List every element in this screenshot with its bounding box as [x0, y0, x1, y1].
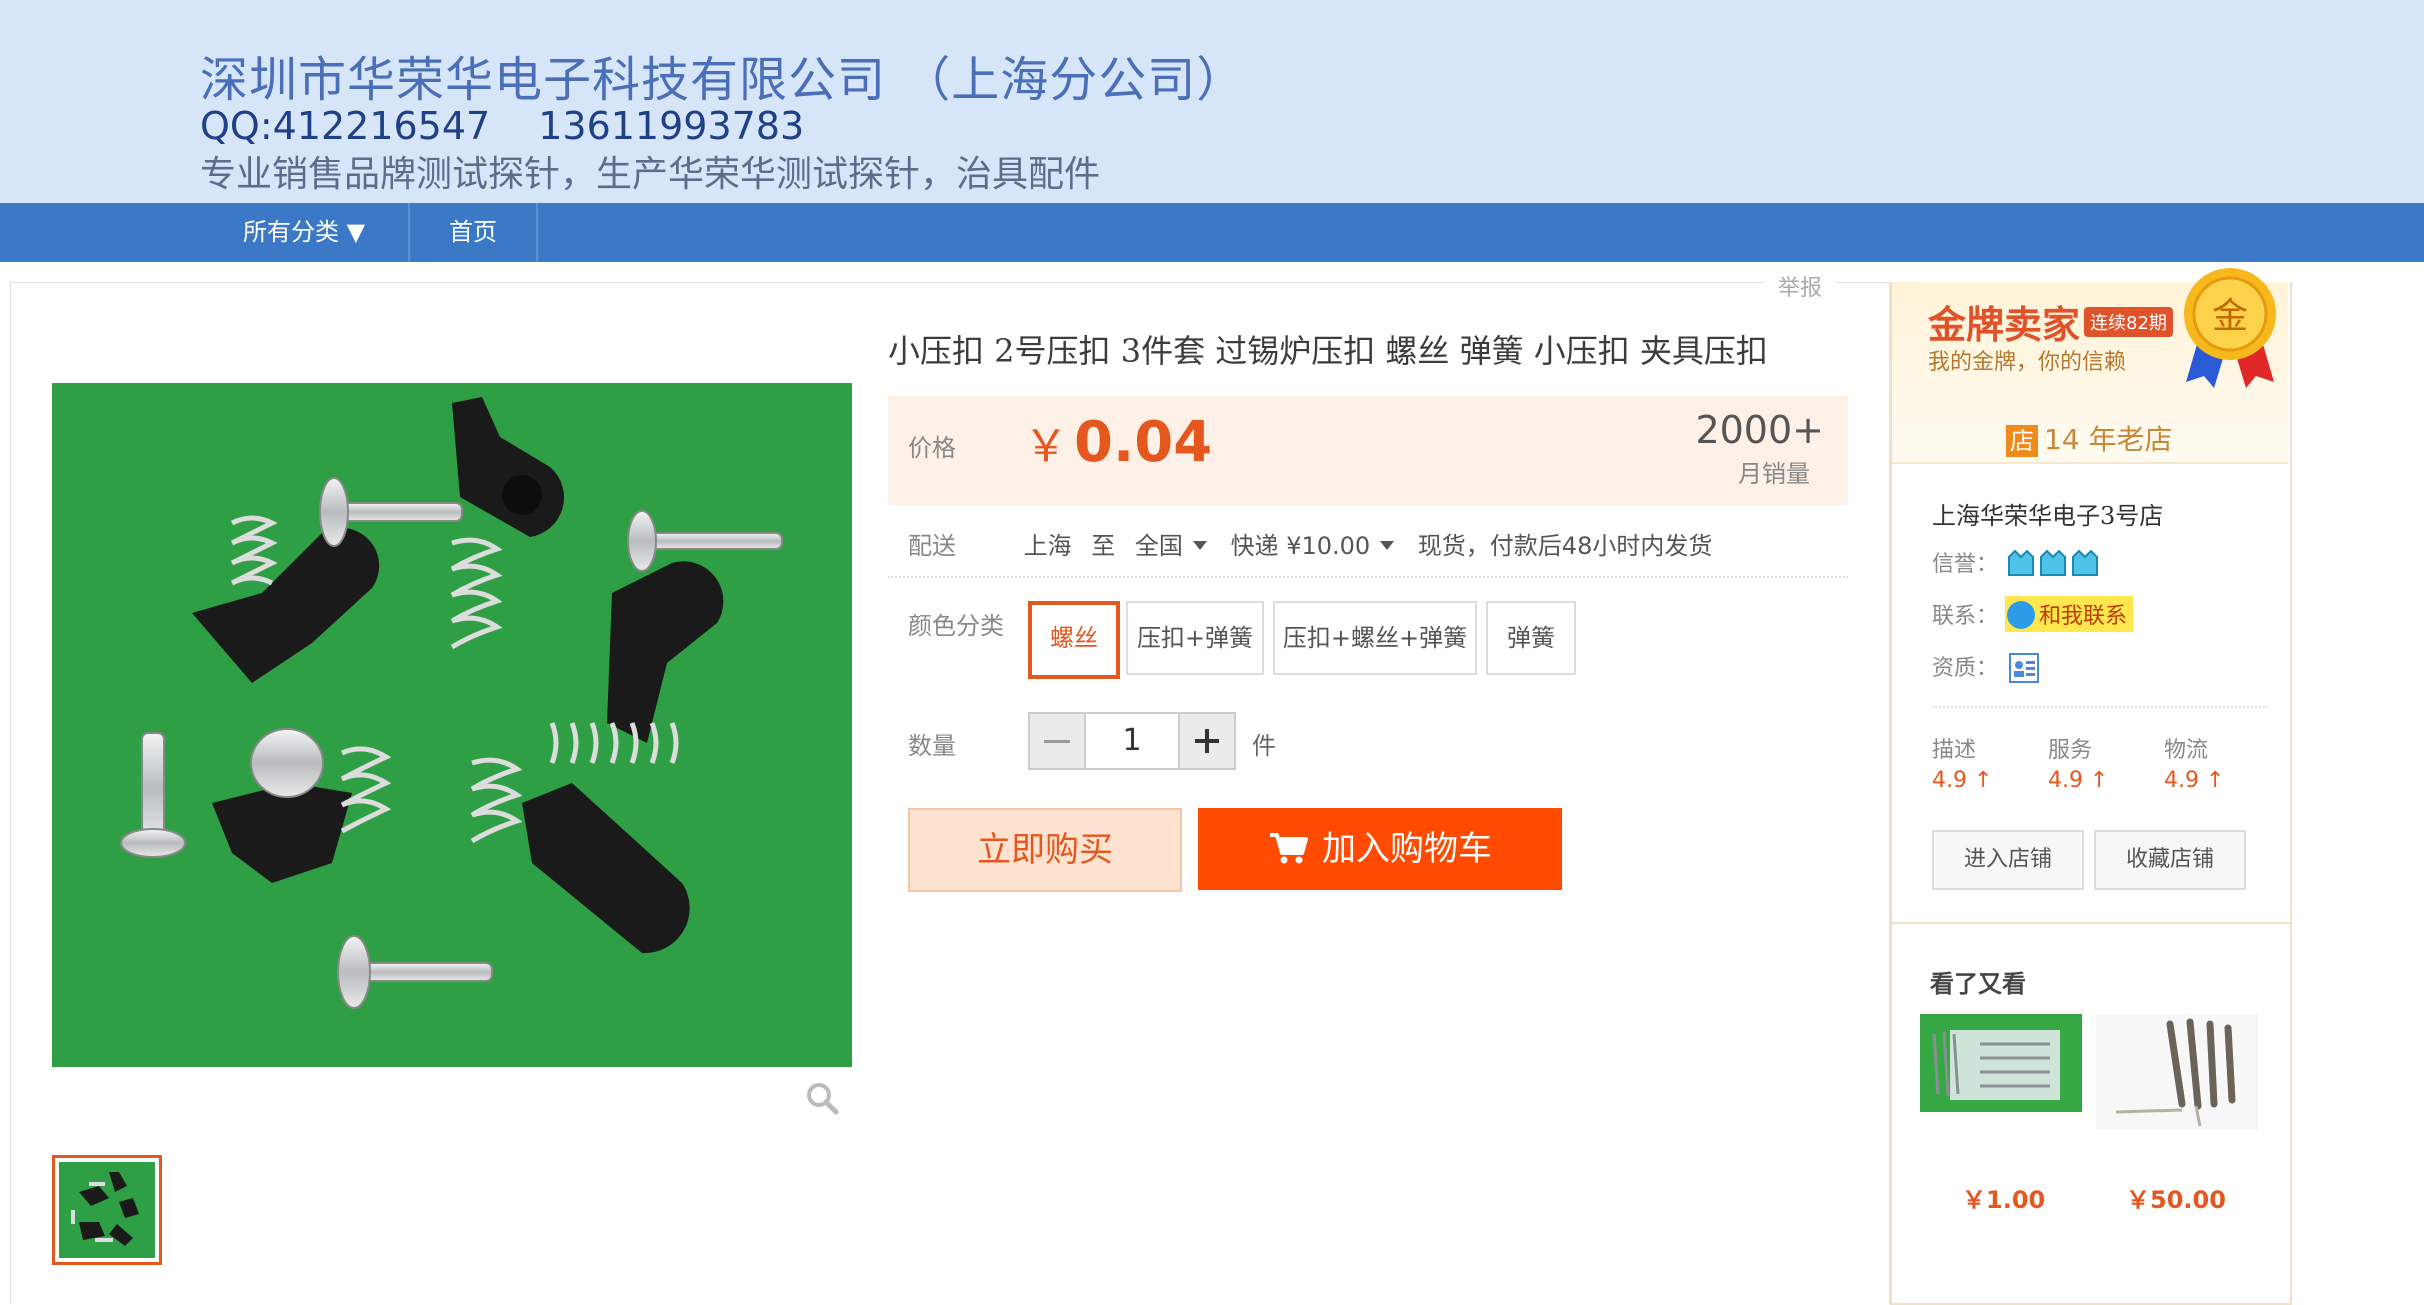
zoom-icon[interactable]	[804, 1080, 840, 1116]
option-screw[interactable]: 螺丝	[1028, 601, 1120, 679]
also-viewed-price-2: ￥50.00	[2126, 1186, 2226, 1214]
monthly-sales-label: 月销量	[1738, 460, 1810, 488]
color-label: 颜色分类	[908, 612, 1004, 640]
rating-value-logistics: 4.9 ↑	[2164, 768, 2225, 793]
shop-nav: 所有分类 ▼ 首页	[0, 203, 2424, 262]
shipping-row: 配送 上海 至 全国 快递 ¥10.00 现货，付款后48小时内发货	[908, 526, 1712, 561]
add-to-cart-button[interactable]: 加入购物车	[1198, 808, 1562, 890]
chevron-down-icon	[1192, 540, 1207, 550]
product-title: 小压扣 2号压扣 3件套 过锡炉压扣 螺丝 弹簧 小压扣 夹具压扣	[888, 332, 1768, 370]
report-link[interactable]: 举报	[1764, 270, 1837, 302]
option-spring[interactable]: 弹簧	[1486, 601, 1576, 675]
rating-value-service: 4.9 ↑	[2048, 768, 2109, 793]
ship-to: 全国	[1134, 532, 1183, 560]
buy-now-button[interactable]: 立即购买	[908, 808, 1182, 892]
increase-button[interactable]	[1178, 714, 1234, 768]
currency-symbol: ￥	[1024, 421, 1068, 472]
shop-age: 店 14 年老店	[2006, 418, 2173, 458]
delivery-note: 现货，付款后48小时内发货	[1417, 532, 1713, 560]
price-panel: 价格 ￥ 0.04 2000+ 月销量	[888, 396, 1848, 505]
recommended-product-image	[2096, 1014, 2258, 1130]
nav-home[interactable]: 首页	[410, 203, 536, 262]
product-main-image[interactable]	[52, 383, 852, 1067]
quantity-input[interactable]: 1	[1086, 714, 1178, 768]
cart-icon	[1270, 833, 1308, 864]
store-icon: 店	[2006, 425, 2038, 457]
minus-icon	[1044, 740, 1070, 743]
contact-row: 联系： 和我联系	[1932, 596, 2134, 632]
contact-button-label: 和我联系	[2039, 604, 2128, 629]
qualification-label: 资质：	[1932, 656, 1999, 681]
product-photo-illustration	[52, 383, 852, 1067]
chat-icon	[2007, 601, 2036, 629]
credit-label: 信誉：	[1932, 552, 1999, 577]
shipping-label: 配送	[908, 532, 956, 560]
rating-label-logistics: 物流	[2164, 738, 2209, 763]
divider	[888, 576, 1848, 578]
ship-from: 上海	[1023, 532, 1072, 560]
company-name: 深圳市华荣华电子科技有限公司 （上海分公司）	[200, 52, 1246, 108]
gold-seller-title: 金牌卖家	[1928, 303, 2081, 347]
express-select[interactable]: 快递 ¥10.00	[1231, 532, 1411, 560]
gold-seller-subtitle: 我的金牌，你的信赖	[1928, 350, 2127, 375]
divider	[1892, 462, 2288, 464]
price-value: ￥ 0.04	[1024, 410, 1212, 475]
thumbnail-image	[59, 1162, 155, 1258]
qualification-row: 资质：	[1932, 650, 2040, 683]
chevron-down-icon	[1380, 540, 1395, 550]
qq-number: QQ:412216547	[200, 104, 491, 148]
shop-age-text: 14 年老店	[2044, 423, 2173, 456]
option-clamp-screw-spring[interactable]: 压扣+螺丝+弹簧	[1273, 601, 1477, 675]
license-icon[interactable]	[2009, 653, 2040, 683]
also-viewed-price-1: ￥1.00	[1962, 1186, 2046, 1214]
quantity-label: 数量	[908, 732, 956, 760]
shop-slogan: 专业销售品牌测试探针，生产华荣华测试探针，治具配件	[200, 154, 1101, 195]
rating-label-service: 服务	[2048, 738, 2093, 763]
gold-medal-icon: 金	[2184, 268, 2276, 388]
price-label: 价格	[908, 434, 956, 462]
enter-shop-button[interactable]: 进入店铺	[1932, 830, 2084, 890]
product-thumbnail[interactable]	[52, 1155, 162, 1265]
monthly-sales-count: 2000+	[1695, 408, 1824, 452]
divider	[1932, 706, 2268, 708]
price-amount: 0.04	[1074, 410, 1213, 475]
medal-char: 金	[2212, 296, 2248, 337]
also-viewed-item-2[interactable]	[2096, 1014, 2258, 1146]
option-clamp-spring[interactable]: 压扣+弹簧	[1126, 601, 1264, 675]
nav-all-categories[interactable]: 所有分类 ▼	[200, 203, 408, 262]
ship-to-select[interactable]: 全国	[1135, 532, 1223, 560]
recommended-product-image	[1920, 1014, 2082, 1112]
express-fee: 快递 ¥10.00	[1230, 532, 1371, 560]
add-to-cart-label: 加入购物车	[1322, 829, 1492, 869]
rating-label-description: 描述	[1932, 738, 1977, 763]
quantity-unit: 件	[1252, 732, 1276, 760]
contact-label: 联系：	[1932, 604, 1999, 629]
ship-to-word: 至	[1091, 532, 1116, 560]
crown-credit-icon	[2008, 549, 2099, 576]
credit-row: 信誉：	[1932, 546, 2103, 579]
contact-seller-button[interactable]: 和我联系	[2005, 596, 2134, 632]
shop-name[interactable]: 上海华荣华电子3号店	[1932, 496, 2163, 531]
also-viewed-item-1[interactable]	[1920, 1014, 2082, 1146]
decrease-button[interactable]	[1030, 714, 1086, 768]
gold-streak-badge: 连续82期	[2084, 307, 2173, 337]
divider	[1890, 922, 2290, 924]
favorite-shop-button[interactable]: 收藏店铺	[2094, 830, 2246, 890]
also-viewed-title: 看了又看	[1930, 970, 2026, 998]
shop-header: 深圳市华荣华电子科技有限公司 （上海分公司） QQ:412216547 13611…	[0, 0, 2424, 203]
phone-number: 13611993783	[538, 104, 805, 148]
contact-line: QQ:412216547 13611993783	[200, 104, 852, 148]
quantity-stepper: 1	[1028, 712, 1236, 770]
nav-divider	[536, 203, 538, 262]
rating-value-description: 4.9 ↑	[1932, 768, 1993, 793]
